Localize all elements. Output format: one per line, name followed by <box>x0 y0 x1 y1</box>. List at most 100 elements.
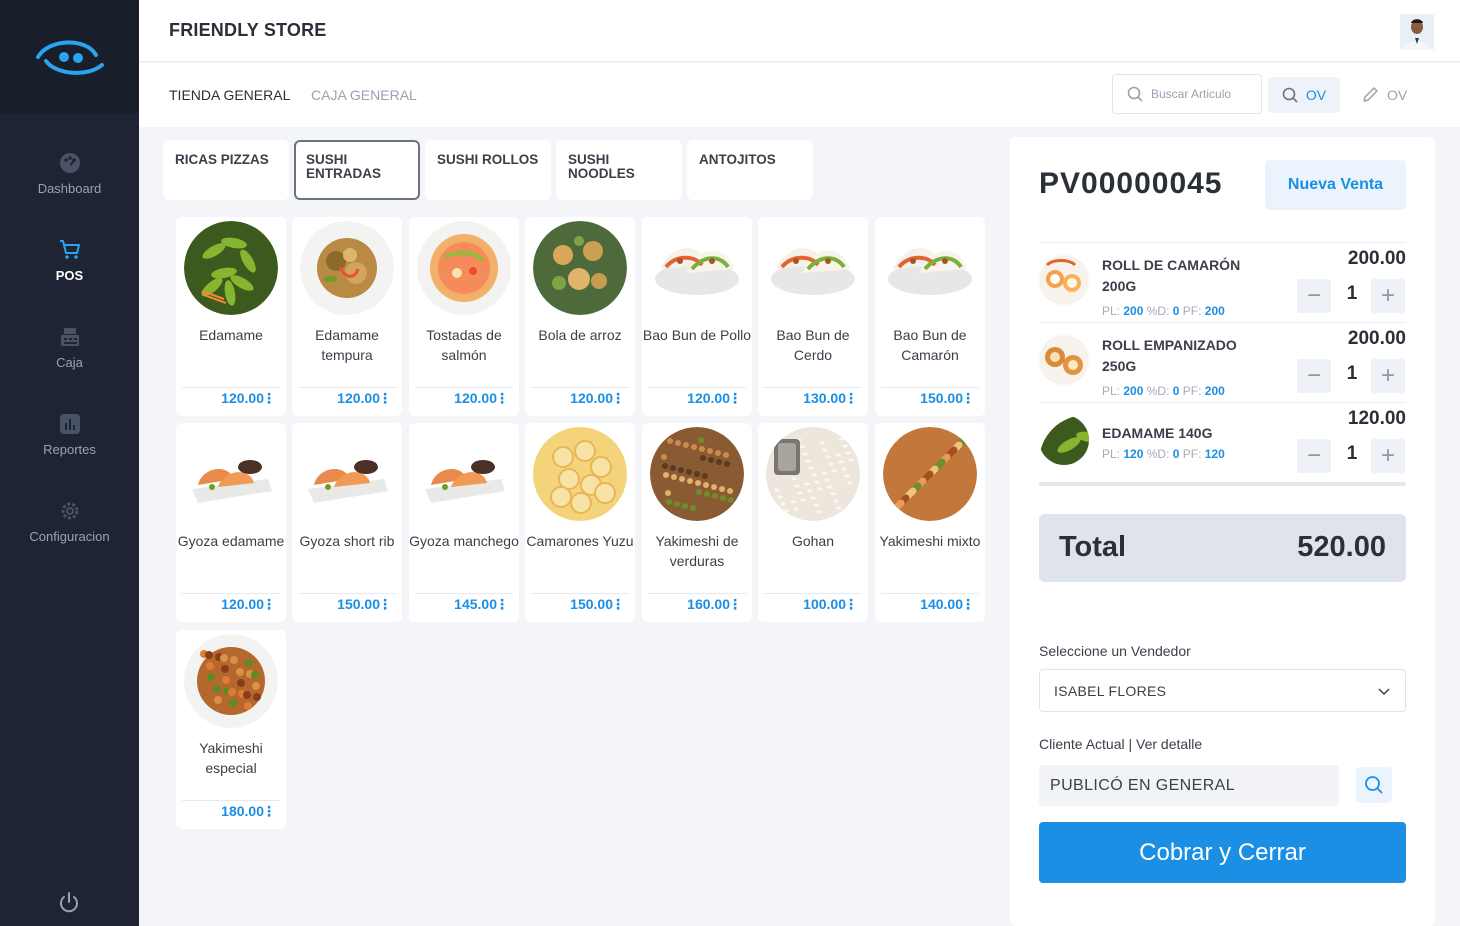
increase-qty-button[interactable]: + <box>1371 359 1405 393</box>
product-price: 120.00 <box>454 390 497 406</box>
more-options-icon[interactable]: ⋮ <box>728 596 742 613</box>
product-card[interactable]: Gyoza edamame 120.00 ⋮ <box>176 423 286 622</box>
product-card[interactable]: Yakimeshi especial 180.00 ⋮ <box>176 630 286 829</box>
divider <box>182 800 280 801</box>
product-price: 150.00 <box>570 596 613 612</box>
divider <box>298 387 396 388</box>
more-options-icon[interactable]: ⋮ <box>495 390 509 407</box>
more-options-icon[interactable]: ⋮ <box>961 596 975 613</box>
product-card[interactable]: Bao Bun de Cerdo 130.00 ⋮ <box>758 217 868 416</box>
decrease-qty-button[interactable]: − <box>1297 279 1331 313</box>
more-options-icon[interactable]: ⋮ <box>262 390 276 407</box>
divider <box>415 387 513 388</box>
sidebar-item-pos[interactable]: POS <box>0 238 139 283</box>
divider <box>298 593 396 594</box>
order-lines-scrollbar[interactable] <box>1039 482 1406 486</box>
tab-ricas-pizzas[interactable]: RICAS PIZZAS <box>163 140 289 200</box>
product-image <box>184 221 278 315</box>
more-options-icon[interactable]: ⋮ <box>495 596 509 613</box>
divider <box>648 593 746 594</box>
more-options-icon[interactable]: ⋮ <box>262 803 276 820</box>
line-total: 120.00 <box>1347 408 1406 429</box>
more-options-icon[interactable]: ⋮ <box>844 390 858 407</box>
line-qty[interactable]: 1 <box>1335 363 1369 385</box>
breadcrumb-register[interactable]: CAJA GENERAL <box>311 87 417 103</box>
increase-qty-button[interactable]: + <box>1371 279 1405 313</box>
product-card[interactable]: Edamame 120.00 ⋮ <box>176 217 286 416</box>
pl-label: PL: <box>1102 384 1121 398</box>
product-card[interactable]: Yakimeshi de verduras 160.00 ⋮ <box>642 423 752 622</box>
avatar[interactable] <box>1400 14 1434 50</box>
product-name: Gyoza manchego <box>409 533 519 549</box>
product-image <box>300 427 394 521</box>
more-options-icon[interactable]: ⋮ <box>611 390 625 407</box>
tab-antojitos[interactable]: ANTOJITOS <box>687 140 813 200</box>
ov-edit-button[interactable]: OV <box>1361 77 1407 113</box>
product-card[interactable]: Tostadas de salmón 120.00 ⋮ <box>409 217 519 416</box>
product-card[interactable]: Gohan 100.00 ⋮ <box>758 423 868 622</box>
gear-icon <box>58 499 82 523</box>
client-label[interactable]: Cliente Actual | Ver detalle <box>1039 736 1202 752</box>
increase-qty-button[interactable]: + <box>1371 439 1405 473</box>
more-options-icon[interactable]: ⋮ <box>611 596 625 613</box>
power-icon[interactable] <box>57 891 81 915</box>
product-image <box>533 427 627 521</box>
product-price: 145.00 <box>454 596 497 612</box>
more-options-icon[interactable]: ⋮ <box>728 390 742 407</box>
more-options-icon[interactable]: ⋮ <box>844 596 858 613</box>
search-input[interactable]: Buscar Articulo <box>1112 74 1262 114</box>
tab-sushi-noodles[interactable]: SUSHI NOODLES <box>556 140 682 200</box>
logo[interactable] <box>0 0 139 114</box>
more-options-icon[interactable]: ⋮ <box>961 390 975 407</box>
line-qty[interactable]: 1 <box>1335 283 1369 305</box>
product-card[interactable]: Bao Bun de Pollo 120.00 ⋮ <box>642 217 752 416</box>
sidebar-item-configuracion[interactable]: Configuracion <box>0 499 139 544</box>
product-price: 120.00 <box>687 390 730 406</box>
product-card[interactable]: Yakimeshi mixto 140.00 ⋮ <box>875 423 985 622</box>
sidebar-item-caja[interactable]: Caja <box>0 325 139 370</box>
breadcrumb-store[interactable]: TIENDA GENERAL <box>169 87 290 103</box>
product-card[interactable]: Bao Bun de Camarón 150.00 ⋮ <box>875 217 985 416</box>
chevron-down-icon <box>1378 688 1390 696</box>
product-card[interactable]: Gyoza short rib 150.00 ⋮ <box>292 423 402 622</box>
d-value: 0 <box>1172 447 1180 461</box>
line-image <box>1039 335 1089 385</box>
divider <box>182 387 280 388</box>
tab-sushi-rollos[interactable]: SUSHI ROLLOS <box>425 140 551 200</box>
ov-search-label: OV <box>1305 87 1327 103</box>
product-card[interactable]: Gyoza manchego 145.00 ⋮ <box>409 423 519 622</box>
more-options-icon[interactable]: ⋮ <box>378 596 392 613</box>
line-qty[interactable]: 1 <box>1335 443 1369 465</box>
d-label: %D: <box>1146 304 1170 318</box>
new-sale-button[interactable]: Nueva Venta <box>1265 160 1406 210</box>
product-card[interactable]: Camarones Yuzu 150.00 ⋮ <box>525 423 635 622</box>
sidebar-item-dashboard[interactable]: Dashboard <box>0 151 139 196</box>
product-card[interactable]: Bola de arroz 120.00 ⋮ <box>525 217 635 416</box>
pl-value: 120 <box>1123 447 1144 461</box>
product-price: 120.00 <box>570 390 613 406</box>
seller-select[interactable]: ISABEL FLORES <box>1039 669 1406 712</box>
decrease-qty-button[interactable]: − <box>1297 359 1331 393</box>
ov-search-button[interactable]: OV <box>1268 77 1340 113</box>
pencil-icon <box>1363 87 1378 102</box>
product-card[interactable]: Edamame tempura 120.00 ⋮ <box>292 217 402 416</box>
tab-sushi-entradas[interactable]: SUSHI ENTRADAS <box>294 140 420 200</box>
sidebar-item-reportes[interactable]: Reportes <box>0 412 139 457</box>
pf-value: 200 <box>1204 304 1225 318</box>
decrease-qty-button[interactable]: − <box>1297 439 1331 473</box>
product-image <box>533 221 627 315</box>
order-line: ROLL DE CAMARÓN 200G PL: 200 %D: 0 PF: 20… <box>1039 242 1406 322</box>
line-image <box>1039 415 1089 465</box>
more-options-icon[interactable]: ⋮ <box>378 390 392 407</box>
sidebar: Dashboard POS Caja Reportes Configuracio… <box>0 0 139 926</box>
divider <box>182 593 280 594</box>
product-price: 140.00 <box>920 596 963 612</box>
client-field[interactable]: PUBLICÓ EN GENERAL <box>1039 765 1339 806</box>
product-name: Gyoza edamame <box>177 533 285 549</box>
checkout-button[interactable]: Cobrar y Cerrar <box>1039 822 1406 883</box>
register-icon <box>58 325 82 349</box>
brand-logo-icon <box>35 40 104 75</box>
line-total: 200.00 <box>1347 328 1406 349</box>
client-search-button[interactable] <box>1356 767 1392 803</box>
more-options-icon[interactable]: ⋮ <box>262 596 276 613</box>
